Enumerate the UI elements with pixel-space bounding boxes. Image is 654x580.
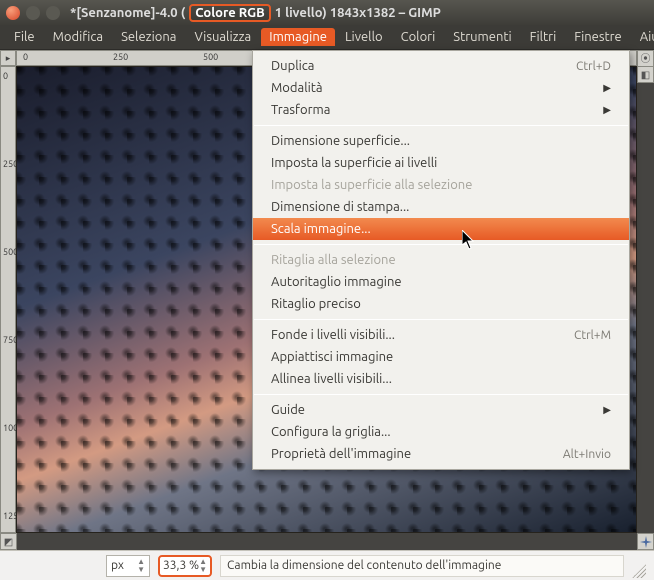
menu-item-allinea-livelli-visibili[interactable]: Allinea livelli visibili... [253,368,629,390]
close-icon[interactable] [6,6,20,20]
menu-item-label: Guide [271,403,305,417]
menu-item-scala-immagine[interactable]: Scala immagine... [253,218,629,240]
menu-finestre[interactable]: Finestre [566,28,629,46]
menu-item-dimensione-superficie[interactable]: Dimensione superficie... [253,130,629,152]
menu-item-trasforma[interactable]: Trasforma ▶ [253,99,629,121]
menu-item-ritaglio-preciso[interactable]: Ritaglio preciso [253,293,629,315]
menu-item-label: Ritaglia alla selezione [271,253,396,267]
chevron-right-icon: ▶ [603,82,611,94]
title-prefix: *[Senzanome]-4.0 ( [70,6,185,20]
menu-shortcut: Ctrl+M [574,329,611,342]
status-bar: px ▲▼ 33,3 % ▲▼ Cambia la dimensione del… [0,550,654,580]
unit-value: px [111,559,124,572]
menu-item-label: Duplica [271,59,314,73]
chevron-updown-icon: ▲▼ [137,558,145,574]
menu-separator [254,394,628,395]
chevron-right-icon: ▶ [603,404,611,416]
image-menu-dropdown: Duplica Ctrl+D Modalità ▶ Trasforma ▶ Dimensio… [252,50,630,470]
ruler-tick: 250 [113,52,128,62]
title-highlight: Colore RGB [189,4,271,22]
ruler-origin[interactable]: ▸ [0,50,16,66]
menu-item-dimensione-di-stampa[interactable]: Dimensione di stampa... [253,196,629,218]
chevron-right-icon: ▶ [603,104,611,116]
menu-item-label: Modalità [271,81,323,95]
menu-item-label: Proprietà dell'immagine [271,447,411,461]
menu-item-autoritaglio-immagine[interactable]: Autoritaglio immagine [253,271,629,293]
ruler-tick: 500 [203,52,218,62]
zoom-value: 33,3 % [163,559,199,572]
menu-item-propriet-dell-immagine[interactable]: Proprietà dell'immagine Alt+Invio [253,443,629,465]
menu-item-guide[interactable]: Guide ▶ [253,399,629,421]
status-message-text: Cambia la dimensione del contenuto dell'… [227,559,501,572]
menu-separator [254,244,628,245]
resize-grip-icon[interactable] [632,564,646,578]
menu-bar: FileModificaSelezionaVisualizzaImmagineL… [0,25,654,50]
menu-item-label: Scala immagine... [271,222,371,236]
maximize-icon[interactable] [46,6,60,20]
menu-item-fonde-i-livelli-visibili[interactable]: Fonde i livelli visibili... Ctrl+M [253,324,629,346]
menu-item-label: Imposta la superficie alla selezione [271,178,472,192]
menu-strumenti[interactable]: Strumenti [445,28,519,46]
navigate-icon[interactable] [637,533,654,550]
menu-separator [254,319,628,320]
title-bar: *[Senzanome]-4.0 ( Colore RGB 1 livello)… [0,0,654,25]
ruler-tick: 0 [23,52,28,62]
menu-item-label: Imposta la superficie ai livelli [271,156,437,170]
zoom-toggle-icon[interactable]: ⦿ [637,50,654,67]
gimp-window: *[Senzanome]-4.0 ( Colore RGB 1 livello)… [0,0,654,580]
menu-item-ritaglia-alla-selezione: Ritaglia alla selezione [253,249,629,271]
menu-livello[interactable]: Livello [337,28,391,46]
unit-selector[interactable]: px ▲▼ [106,555,150,577]
menu-item-label: Allinea livelli visibili... [271,372,392,386]
menu-item-imposta-la-superficie-alla-selezione: Imposta la superficie alla selezione [253,174,629,196]
menu-item-label: Fonde i livelli visibili... [271,328,395,342]
menu-visualizza[interactable]: Visualizza [186,28,259,46]
menu-item-label: Configura la griglia... [271,425,391,439]
status-message: Cambia la dimensione del contenuto dell'… [220,555,624,577]
menu-aiuto[interactable]: Aiuto [632,28,654,46]
chevron-updown-icon: ▲▼ [199,558,207,574]
menu-colori[interactable]: Colori [393,28,444,46]
menu-item-label: Ritaglio preciso [271,297,361,311]
ruler-vertical[interactable]: 025050075010001250 [0,66,16,533]
quickmask-icon[interactable]: ◧ [637,66,654,83]
menu-item-label: Autoritaglio immagine [271,275,402,289]
quickmask-toggle[interactable]: ◩ [0,533,17,550]
ruler-tick: 0 [3,71,8,81]
menu-item-label: Dimensione di stampa... [271,200,409,214]
menu-immagine[interactable]: Immagine [261,28,335,46]
menu-seleziona[interactable]: Seleziona [113,28,184,46]
menu-item-label: Dimensione superficie... [271,134,410,148]
menu-file[interactable]: File [6,28,43,46]
window-title: *[Senzanome]-4.0 ( Colore RGB 1 livello)… [70,4,441,22]
menu-modifica[interactable]: Modifica [45,28,111,46]
menu-shortcut: Alt+Invio [563,448,611,461]
menu-separator [254,125,628,126]
window-controls [6,6,60,20]
zoom-selector[interactable]: 33,3 % ▲▼ [158,555,212,577]
menu-item-appiattisci-immagine[interactable]: Appiattisci immagine [253,346,629,368]
menu-item-configura-la-griglia[interactable]: Configura la griglia... [253,421,629,443]
menu-item-imposta-la-superficie-ai-livelli[interactable]: Imposta la superficie ai livelli [253,152,629,174]
menu-item-label: Appiattisci immagine [271,350,393,364]
menu-item-modalit[interactable]: Modalità ▶ [253,77,629,99]
menu-filtri[interactable]: Filtri [522,28,565,46]
menu-item-label: Trasforma [271,103,330,117]
menu-shortcut: Ctrl+D [576,60,611,73]
menu-item-duplica[interactable]: Duplica Ctrl+D [253,55,629,77]
title-suffix: 1 livello) 1843x1382 – GIMP [275,6,441,20]
minimize-icon[interactable] [26,6,40,20]
